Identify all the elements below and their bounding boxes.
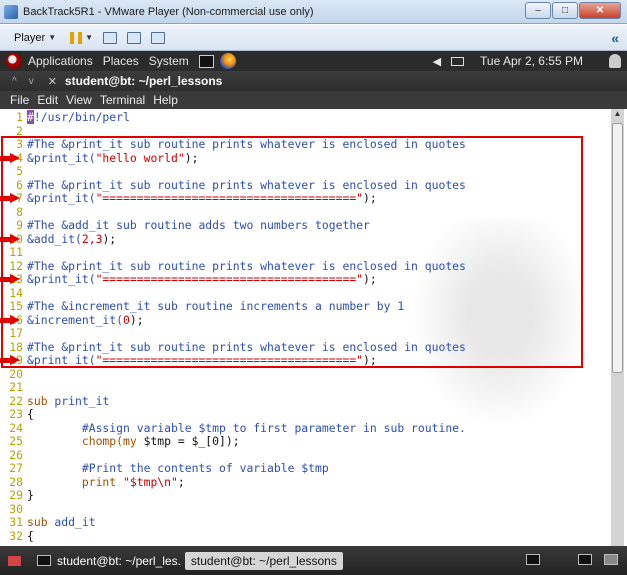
applications-menu[interactable]: Applications — [28, 54, 93, 68]
vm-title-bar: BackTrack5R1 - VMware Player (Non-commer… — [0, 0, 627, 24]
fullscreen-icon[interactable] — [127, 31, 142, 44]
player-menu-button[interactable]: Player — [14, 32, 45, 44]
user-icon[interactable] — [609, 54, 621, 68]
chevron-up-icon[interactable]: ^ — [12, 76, 17, 87]
code-line: 20 — [9, 366, 23, 381]
menu-view[interactable]: View — [66, 93, 92, 107]
vm-toolbar: Player ▼ ▼ « — [0, 25, 627, 51]
trash-icon[interactable] — [604, 554, 618, 565]
places-menu[interactable]: Places — [103, 54, 139, 68]
show-desktop-icon[interactable] — [8, 555, 21, 566]
code-line: 29} — [9, 488, 34, 502]
vertical-scrollbar[interactable]: ▲ — [611, 109, 624, 546]
system-menu[interactable]: System — [149, 54, 189, 68]
scrollbar-thumb[interactable] — [612, 123, 623, 373]
code-line: 26 — [9, 447, 23, 462]
vmware-app-icon — [4, 4, 18, 19]
code-line: 27 #Print the contents of variable $tmp — [9, 461, 329, 475]
taskbar-item-terminal-1[interactable]: student@bt: ~/perl_les. — [33, 552, 185, 570]
code-line: 22 sub print_it — [9, 393, 110, 408]
code-line: 30 — [9, 501, 23, 516]
taskbar-item-label: student@bt: ~/perl_les. — [57, 553, 181, 568]
terminal-icon[interactable] — [578, 554, 592, 565]
taskbar-item-terminal-2[interactable]: student@bt: ~/perl_lessons — [184, 551, 343, 570]
terminal-menubar: File Edit View Terminal Help — [0, 91, 627, 109]
code-line: 21 — [9, 380, 23, 394]
unity-icon[interactable] — [151, 31, 166, 44]
panel-clock[interactable]: Tue Apr 2, 6:55 PM — [480, 54, 583, 68]
terminal-tab-bar: ^ v ✕ student@bt: ~/perl_lessons — [0, 71, 627, 91]
menu-help[interactable]: Help — [153, 93, 178, 107]
code-line: 23{ — [9, 407, 34, 421]
red-highlight-box — [1, 136, 583, 368]
terminal-title: student@bt: ~/perl_lessons — [64, 74, 223, 88]
bottom-taskbar: student@bt: ~/perl_les. student@bt: ~/pe… — [0, 546, 627, 575]
vim-editor[interactable]: 1 #!/usr/bin/perl 2 3 #The &print_it sub r… — [0, 109, 627, 546]
code-line: 28 print "$tmp\n"; — [9, 474, 185, 489]
window-title: BackTrack5R1 - VMware Player (Non-commer… — [23, 5, 314, 18]
chevron-down-icon[interactable]: ▼ — [48, 33, 56, 42]
gnome-top-panel: Applications Places System ◀ Tue Apr 2, … — [0, 51, 627, 71]
chevron-down-icon[interactable]: v — [29, 76, 34, 87]
scroll-up-icon[interactable]: ▲ — [611, 109, 624, 121]
firefox-launcher-icon[interactable] — [219, 53, 236, 69]
pause-icon[interactable] — [70, 31, 83, 44]
menu-file[interactable]: File — [10, 93, 29, 107]
maximize-button[interactable]: □ — [552, 2, 578, 19]
terminal-icon — [37, 555, 51, 566]
mail-icon[interactable] — [451, 56, 465, 66]
taskbar-item-label: student@bt: ~/perl_lessons — [190, 553, 337, 568]
code-line: 31 sub add_it — [9, 515, 96, 529]
code-line: 32{ — [9, 528, 34, 543]
code-line: 24 #Assign variable $tmp to first parame… — [9, 420, 466, 435]
code-line: 1 #!/usr/bin/perl — [16, 110, 130, 124]
devices-icon[interactable] — [103, 31, 118, 44]
window-controls: – □ ✕ — [524, 2, 621, 19]
menu-terminal[interactable]: Terminal — [100, 93, 145, 107]
code-line: 25 chomp(my $tmp = $_[0]); — [9, 434, 240, 448]
backtrack-logo-icon[interactable] — [6, 53, 22, 69]
close-tab-icon[interactable]: ✕ — [48, 75, 57, 88]
chevron-down-icon[interactable]: ▼ — [85, 33, 93, 42]
minimize-button[interactable]: – — [525, 2, 551, 19]
volume-icon[interactable]: ◀ — [433, 55, 441, 68]
close-button[interactable]: ✕ — [579, 2, 621, 19]
terminal-icon[interactable] — [526, 554, 540, 565]
terminal-launcher-icon[interactable] — [198, 54, 214, 68]
menu-edit[interactable]: Edit — [37, 93, 58, 107]
collapse-toolbar-button[interactable]: « — [611, 30, 619, 46]
